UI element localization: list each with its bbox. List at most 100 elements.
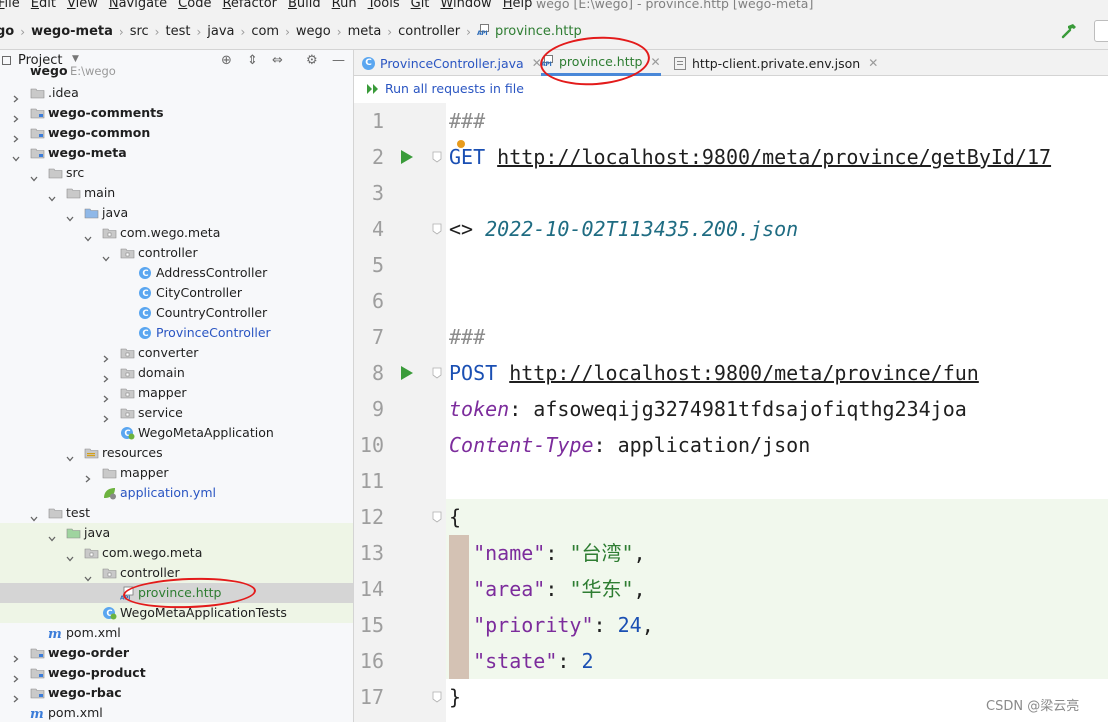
chevron-down-icon[interactable]: [30, 509, 38, 522]
chevron-right-icon[interactable]: [12, 649, 20, 663]
breadcrumb-item[interactable]: go: [0, 24, 14, 39]
code-line[interactable]: "name": "台湾",: [449, 535, 645, 571]
menu-item-code[interactable]: Code: [178, 0, 211, 12]
build-hammer-icon[interactable]: [1060, 22, 1078, 40]
close-icon[interactable]: ✕: [650, 55, 660, 69]
chevron-down-icon[interactable]: [66, 549, 74, 562]
breadcrumb-item[interactable]: test: [165, 24, 190, 39]
run-request-icon[interactable]: [400, 149, 414, 165]
breadcrumb-item[interactable]: meta: [348, 24, 382, 39]
gear-icon[interactable]: ⚙: [306, 53, 318, 68]
chevron-down-icon[interactable]: [84, 569, 92, 582]
chevron-down-icon[interactable]: [102, 249, 110, 262]
tree-item[interactable]: application.yml: [0, 483, 353, 503]
tree-item[interactable]: main: [0, 183, 353, 203]
chevron-down-icon[interactable]: [48, 189, 56, 202]
breadcrumb-file[interactable]: API province.http: [477, 24, 582, 39]
breadcrumb-item[interactable]: com: [251, 24, 279, 39]
fold-marker-icon[interactable]: [432, 511, 442, 523]
code-line[interactable]: {: [449, 499, 461, 535]
chevron-right-icon[interactable]: [102, 369, 110, 383]
menu-item-git[interactable]: Git: [411, 0, 430, 12]
menu-item-window[interactable]: Window: [440, 0, 491, 12]
chevron-right-icon[interactable]: [12, 689, 20, 703]
tree-item[interactable]: wego-common: [0, 123, 353, 143]
code-line[interactable]: ###: [449, 103, 485, 139]
chevron-right-icon[interactable]: [84, 469, 92, 483]
code-line[interactable]: Content-Type: application/json: [449, 427, 810, 463]
menu-item-help[interactable]: Help: [503, 0, 533, 12]
tree-item[interactable]: C CityController: [0, 283, 353, 303]
tree-item[interactable]: com.wego.meta: [0, 543, 353, 563]
tree-item[interactable]: domain: [0, 363, 353, 383]
fold-marker-icon[interactable]: [432, 223, 442, 235]
fold-marker-icon[interactable]: [432, 691, 442, 703]
tree-item[interactable]: wego-product: [0, 663, 353, 683]
code-line[interactable]: "priority": 24,: [449, 607, 654, 643]
tree-item[interactable]: java: [0, 203, 353, 223]
tree-item[interactable]: .idea: [0, 83, 353, 103]
code-line[interactable]: POST http://localhost:9800/meta/province…: [449, 355, 979, 391]
chevron-down-icon[interactable]: [48, 529, 56, 542]
breadcrumb-item[interactable]: controller: [398, 24, 460, 39]
run-config-selector[interactable]: [1094, 20, 1108, 42]
chevron-right-icon[interactable]: [102, 389, 110, 403]
tree-item[interactable]: wego-meta: [0, 143, 353, 163]
chevron-down-icon[interactable]: [12, 149, 20, 162]
code-line[interactable]: GET http://localhost:9800/meta/province/…: [449, 139, 1051, 175]
tree-item[interactable]: C CountryController: [0, 303, 353, 323]
tree-item[interactable]: com.wego.meta: [0, 223, 353, 243]
tree-item[interactable]: wego-comments: [0, 103, 353, 123]
chevron-down-icon[interactable]: [66, 209, 74, 222]
fold-marker-icon[interactable]: [432, 367, 442, 379]
tree-item[interactable]: wego-rbac: [0, 683, 353, 703]
fold-marker-icon[interactable]: [432, 151, 442, 163]
minimize-icon[interactable]: —: [332, 53, 345, 68]
menu-item-file[interactable]: File: [0, 0, 20, 12]
chevron-down-icon[interactable]: [66, 449, 74, 462]
menu-item-navigate[interactable]: Navigate: [109, 0, 167, 12]
collapse-all-icon[interactable]: ⇔: [272, 53, 283, 68]
run-request-icon[interactable]: [400, 365, 414, 381]
tree-item[interactable]: java: [0, 523, 353, 543]
menu-item-tools[interactable]: Tools: [368, 0, 400, 12]
code-line[interactable]: ###: [449, 319, 485, 355]
tree-item[interactable]: service: [0, 403, 353, 423]
code-line[interactable]: }: [449, 679, 461, 715]
chevron-down-icon[interactable]: [84, 229, 92, 242]
breadcrumb-item[interactable]: wego: [296, 24, 331, 39]
chevron-right-icon[interactable]: [12, 89, 20, 103]
menu-item-refactor[interactable]: Refactor: [222, 0, 277, 12]
chevron-down-icon[interactable]: [30, 169, 38, 182]
chevron-right-icon[interactable]: [12, 129, 20, 143]
tree-item[interactable]: C AddressController: [0, 263, 353, 283]
menu-item-edit[interactable]: Edit: [31, 0, 56, 12]
tree-item[interactable]: C WegoMetaApplication: [0, 423, 353, 443]
expand-all-icon[interactable]: ⇕: [247, 53, 258, 68]
code-line[interactable]: "area": "华东",: [449, 571, 645, 607]
chevron-right-icon[interactable]: [102, 409, 110, 423]
run-all-requests-button[interactable]: Run all requests in file: [366, 81, 524, 96]
tree-item[interactable]: converter: [0, 343, 353, 363]
breadcrumb-item[interactable]: wego-meta: [31, 24, 113, 39]
breadcrumb-item[interactable]: java: [207, 24, 234, 39]
code-line[interactable]: <> 2022-10-02T113435.200.json: [449, 211, 798, 247]
tree-item[interactable]: resources: [0, 443, 353, 463]
breadcrumb-item[interactable]: src: [130, 24, 149, 39]
tree-item[interactable]: wego-order: [0, 643, 353, 663]
menu-item-run[interactable]: Run: [332, 0, 357, 12]
tree-item[interactable]: mapper: [0, 383, 353, 403]
tree-item[interactable]: src: [0, 163, 353, 183]
tree-item[interactable]: test: [0, 503, 353, 523]
locate-icon[interactable]: ⊕: [221, 53, 232, 68]
tree-item[interactable]: mapper: [0, 463, 353, 483]
tree-item[interactable]: controller: [0, 243, 353, 263]
chevron-right-icon[interactable]: [102, 349, 110, 363]
tree-item[interactable]: C ProvinceController: [0, 323, 353, 343]
close-icon[interactable]: ✕: [868, 56, 878, 70]
menu-item-view[interactable]: View: [67, 0, 98, 12]
code-line[interactable]: "state": 2: [449, 643, 593, 679]
tree-item[interactable]: m pom.xml: [0, 703, 353, 722]
menu-item-build[interactable]: Build: [288, 0, 321, 12]
chevron-right-icon[interactable]: [12, 669, 20, 683]
